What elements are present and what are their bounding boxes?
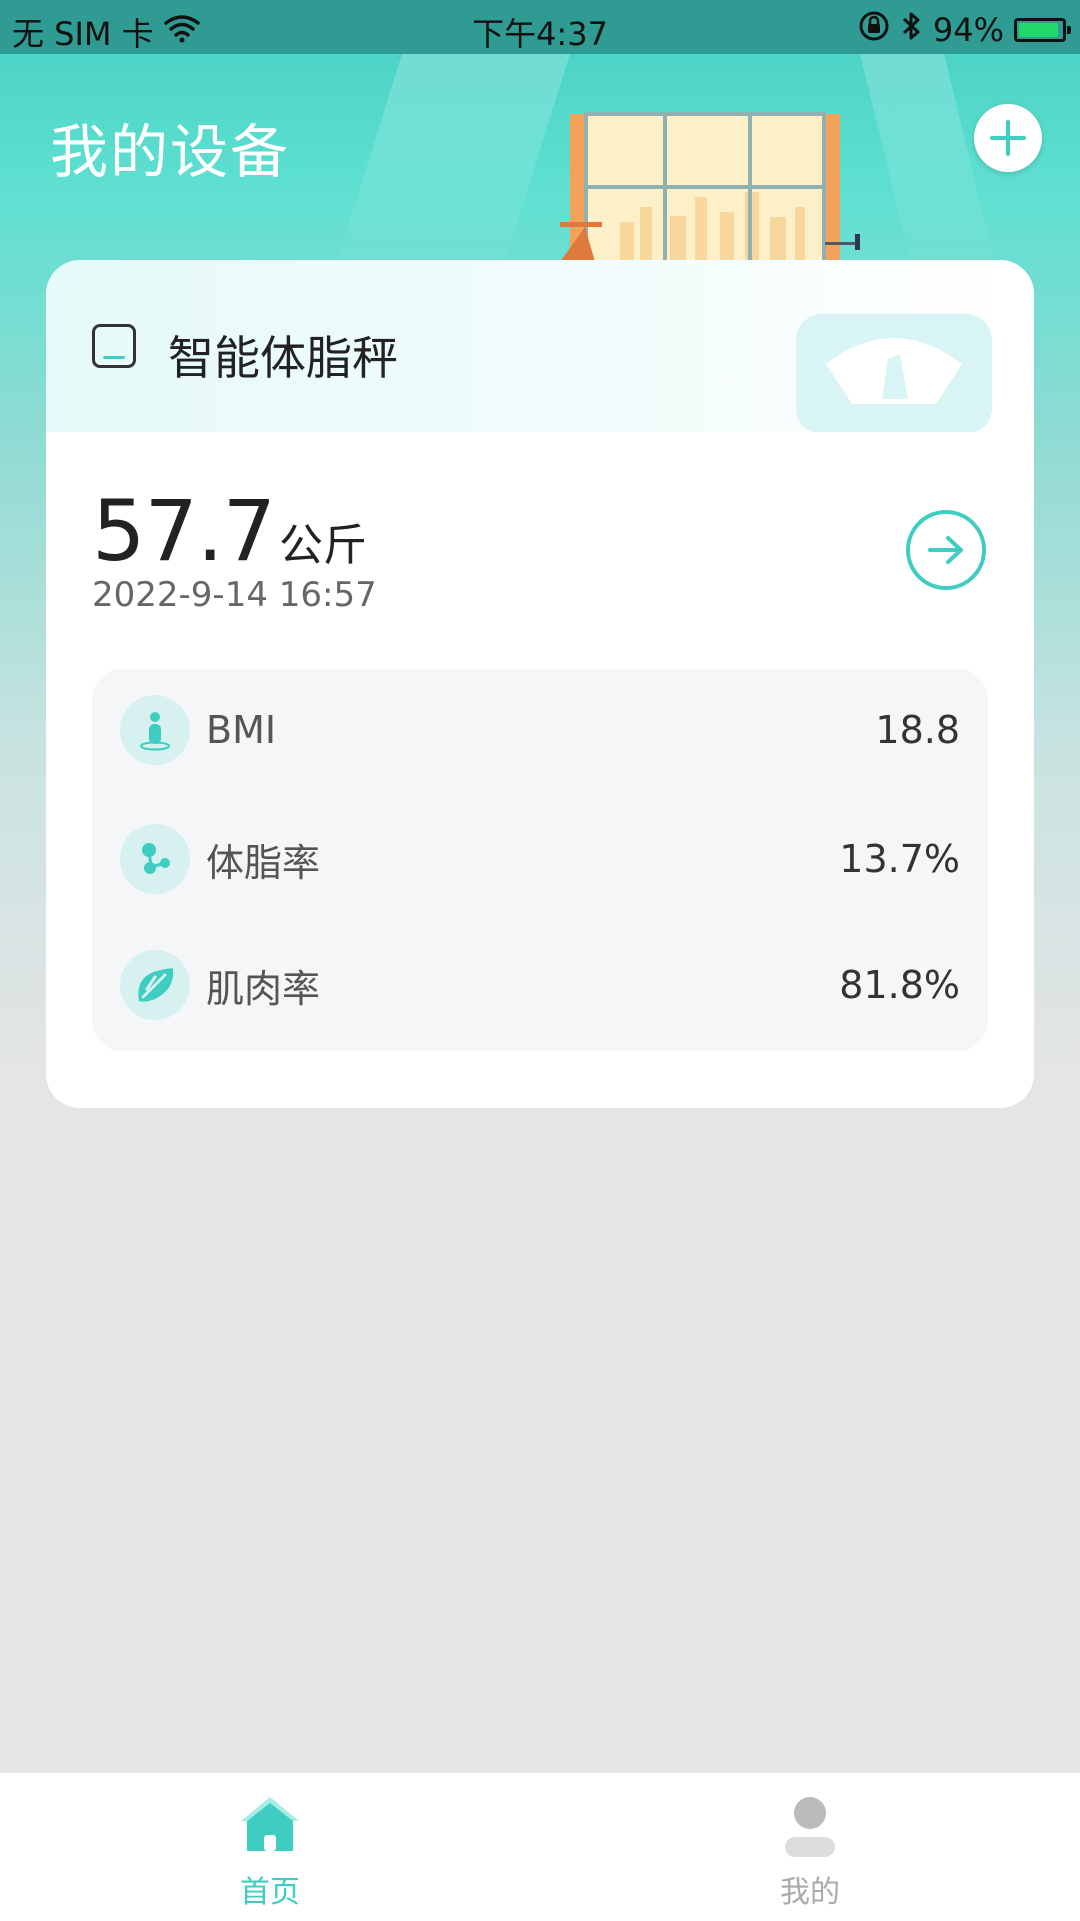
tab-mine[interactable]: 我的 [540, 1773, 1080, 1921]
tab-label: 首页 [240, 1875, 300, 1910]
battery-level-fill [1019, 23, 1059, 37]
bluetooth-icon [901, 10, 923, 50]
scale-device-icon [92, 324, 136, 368]
bottom-tab-bar: 首页 我的 [0, 1772, 1080, 1921]
metric-row-body-fat[interactable]: 体脂率 13.7% [120, 823, 960, 895]
metric-value: 13.7% [839, 837, 960, 881]
metric-value: 18.8 [875, 708, 960, 752]
window-illustration [560, 112, 860, 262]
plus-icon [990, 120, 1026, 156]
molecule-icon [120, 824, 190, 894]
metric-label: BMI [206, 708, 277, 752]
device-card[interactable]: 智能体脂秤 57.7 公斤 2022-9-14 16:57 BMI 18.8 体… [46, 260, 1034, 1108]
status-bar: 无 SIM 卡 下午4:37 94% [0, 0, 1080, 54]
measurement-date: 2022-9-14 16:57 [92, 575, 377, 615]
metrics-panel: BMI 18.8 体脂率 13.7% 肌肉率 81.8% [92, 669, 988, 1051]
tab-home[interactable]: 首页 [0, 1773, 540, 1921]
weight-reading: 57.7 公斤 [92, 482, 367, 580]
home-icon [241, 1797, 299, 1851]
arrow-right-icon [928, 536, 963, 564]
leaf-icon [120, 950, 190, 1020]
person-icon [120, 695, 190, 765]
page-title: 我的设备 [50, 118, 291, 186]
device-name: 智能体脂秤 [168, 331, 398, 385]
scale-illustration [796, 314, 992, 434]
weight-value: 57.7 [92, 482, 276, 580]
weight-unit: 公斤 [279, 520, 368, 571]
tab-label: 我的 [780, 1875, 840, 1910]
battery-icon [1014, 18, 1071, 42]
metric-row-bmi[interactable]: BMI 18.8 [120, 694, 960, 766]
battery-percent: 94% [932, 11, 1004, 49]
rotation-lock-icon [857, 9, 891, 51]
view-details-button[interactable] [906, 510, 986, 590]
add-device-button[interactable] [974, 104, 1042, 172]
metric-value: 81.8% [839, 963, 960, 1007]
metric-row-muscle[interactable]: 肌肉率 81.8% [120, 949, 960, 1021]
metric-label: 体脂率 [206, 840, 321, 885]
metric-label: 肌肉率 [206, 966, 321, 1011]
profile-icon [785, 1797, 835, 1857]
